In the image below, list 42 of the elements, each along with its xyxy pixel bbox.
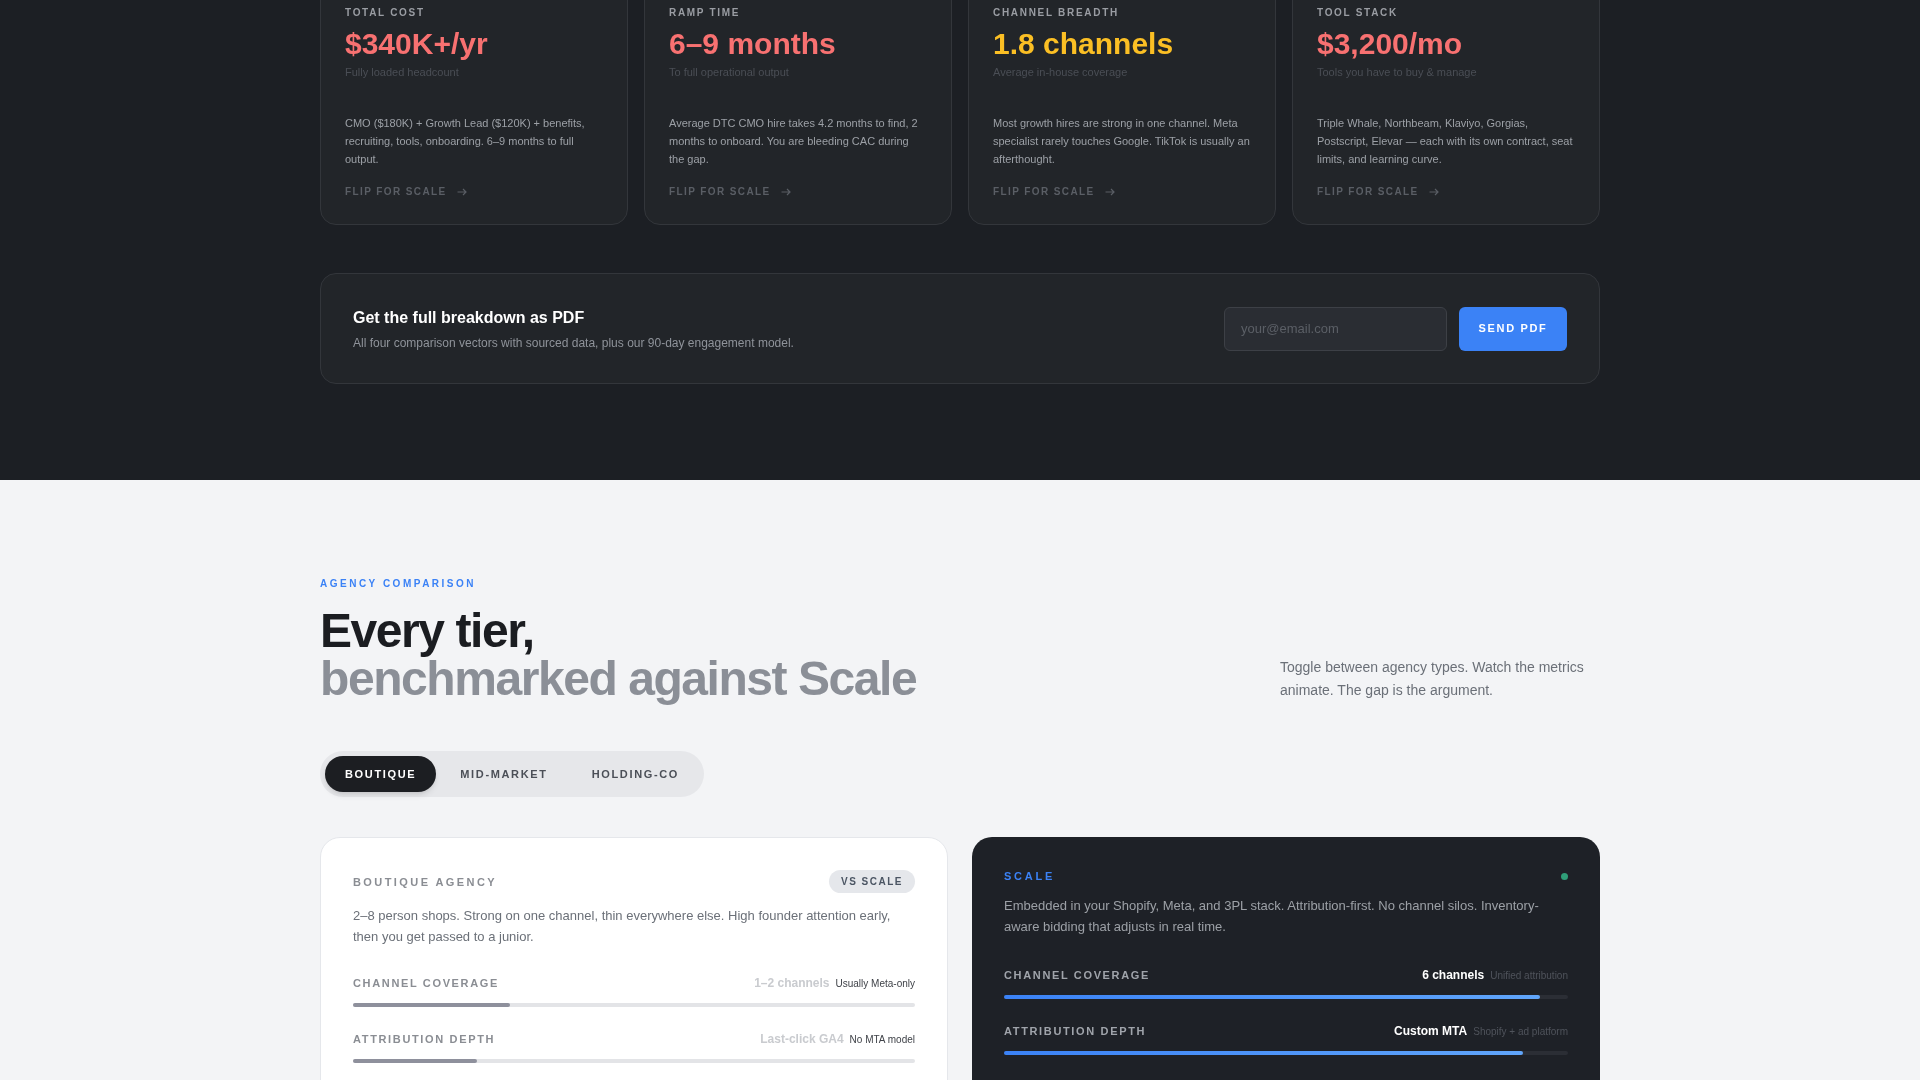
metric-label: CHANNEL COVERAGE — [1004, 968, 1150, 983]
banner-subtitle: All four comparison vectors with sourced data, plus our 90-day engagement model. — [353, 334, 794, 352]
metric-note: No MTA model — [849, 1033, 915, 1047]
agency-tab[interactable]: MID-MARKET — [440, 756, 568, 792]
section-heading: Every tier, benchmarked against Scale — [320, 607, 917, 703]
stat-value: $3,200/mo — [1317, 26, 1463, 62]
flip-button[interactable]: FLIP FOR SCALE — [1317, 184, 1439, 199]
metric-label: ATTRIBUTION DEPTH — [353, 1032, 496, 1047]
send-pdf-button[interactable]: SEND PDF — [1459, 306, 1567, 351]
metric-label: CHANNEL COVERAGE — [353, 976, 499, 991]
stat-label: TOTAL COST — [345, 6, 425, 20]
comparison-badge: VS SCALE — [829, 870, 915, 893]
arrow-right-icon — [1104, 187, 1115, 196]
flip-button[interactable]: FLIP FOR SCALE — [669, 184, 791, 199]
stat-description: Average DTC CMO hire takes 4.2 months to find, 2 months to onboard. You are bleeding CAC during the gap. — [669, 116, 919, 167]
metric-value: 6 channels — [1422, 967, 1485, 983]
stat-description: CMO ($180K) + Growth Lead ($120K) + benefits, recruiting, tools, onboarding. 6–9 months to full output. — [345, 116, 586, 167]
metric-note: Usually Meta-only — [835, 977, 915, 991]
metric-value: Custom MTA — [1394, 1023, 1468, 1039]
stat-description: Triple Whale, Northbeam, Klaviyo, Gorgias, Postscript, Elevar — each with its own contract, seat limits, and learning curve. — [1317, 116, 1574, 167]
card-title: BOUTIQUE AGENCY — [353, 874, 498, 890]
stat-value: $340K+/yr — [345, 26, 488, 62]
arrow-right-icon — [1428, 187, 1439, 196]
card-description: Embedded in your Shopify, Meta, and 3PL stack. Attribution-first. No channel silos. Inventory-aware bidding that adjusts in real time. — [1004, 897, 1540, 936]
stat-label: RAMP TIME — [669, 6, 741, 20]
stat-value: 1.8 channels — [993, 26, 1174, 62]
arrow-right-icon — [456, 187, 467, 196]
section-eyebrow: AGENCY COMPARISON — [320, 577, 478, 591]
section-intro: Toggle between agency types. Watch the metrics animate. The gap is the argument. — [1280, 658, 1585, 700]
card-title: SCALE — [1004, 869, 1056, 883]
banner-title: Get the full breakdown as PDF — [353, 307, 586, 328]
stat-description: Most growth hires are strong in one channel. Meta specialist rarely touches Google. TikTok is usually an afterthought. — [993, 116, 1251, 167]
flip-button[interactable]: FLIP FOR SCALE — [345, 184, 467, 199]
agency-tab[interactable]: BOUTIQUE — [325, 756, 437, 792]
stat-label: CHANNEL BREADTH — [993, 6, 1119, 20]
flip-button[interactable]: FLIP FOR SCALE — [993, 184, 1115, 199]
arrow-right-icon — [780, 187, 791, 196]
stat-label: TOOL STACK — [1317, 6, 1398, 20]
card-description: 2–8 person shops. Strong on one channel, thin everywhere else. High founder attention early, then you get passed to a junior. — [353, 907, 892, 946]
stat-value: 6–9 months — [669, 26, 836, 62]
metric-label: ATTRIBUTION DEPTH — [1004, 1024, 1147, 1039]
agency-tab[interactable]: HOLDING-CO — [571, 756, 700, 792]
